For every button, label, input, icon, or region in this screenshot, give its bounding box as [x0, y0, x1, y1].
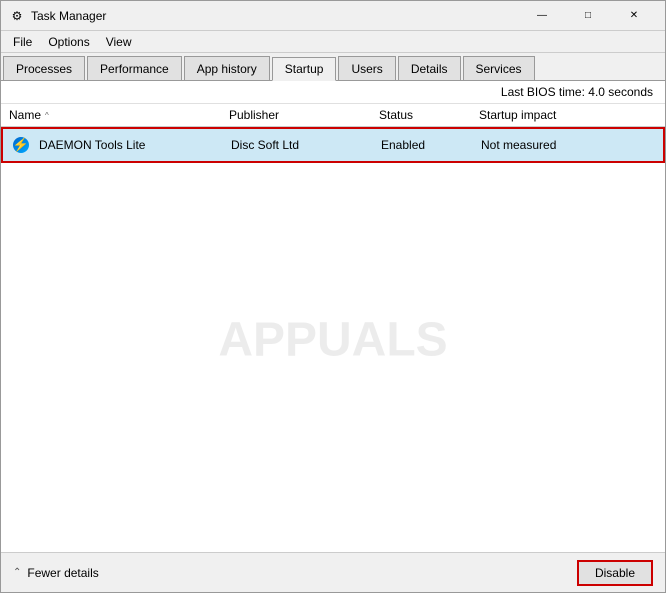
menu-view[interactable]: View [98, 33, 140, 51]
fewer-details-label: Fewer details [27, 566, 98, 580]
row-app-icon: ⚡ [11, 135, 31, 155]
menu-options[interactable]: Options [40, 33, 97, 51]
col-header-name[interactable]: Name ^ [9, 108, 229, 122]
bios-time-value: 4.0 seconds [588, 85, 653, 99]
window-title: Task Manager [31, 9, 519, 23]
content-area: Last BIOS time: 4.0 seconds Name ^ Publi… [1, 81, 665, 552]
tab-services[interactable]: Services [463, 56, 535, 80]
cell-status: Enabled [381, 138, 481, 152]
tab-processes[interactable]: Processes [3, 56, 85, 80]
window-icon: ⚙ [9, 8, 25, 24]
chevron-up-icon: ⌃ [13, 567, 21, 578]
task-manager-window: ⚙ Task Manager — □ ✕ File Options View P… [0, 0, 666, 593]
cell-publisher: Disc Soft Ltd [231, 138, 381, 152]
col-header-publisher[interactable]: Publisher [229, 108, 379, 122]
title-bar: ⚙ Task Manager — □ ✕ [1, 1, 665, 31]
tab-performance[interactable]: Performance [87, 56, 182, 80]
close-button[interactable]: ✕ [611, 1, 657, 31]
menu-file[interactable]: File [5, 33, 40, 51]
tab-app-history[interactable]: App history [184, 56, 270, 80]
col-header-impact[interactable]: Startup impact [479, 108, 599, 122]
bios-time-bar: Last BIOS time: 4.0 seconds [1, 81, 665, 104]
col-header-status[interactable]: Status [379, 108, 479, 122]
daemon-tools-icon: ⚡ [13, 137, 29, 153]
watermark: APPUALS [218, 312, 447, 367]
table-row[interactable]: ⚡ DAEMON Tools Lite Disc Soft Ltd Enable… [1, 127, 665, 163]
cell-impact: Not measured [481, 138, 601, 152]
tab-users[interactable]: Users [338, 56, 395, 80]
column-headers: Name ^ Publisher Status Startup impact [1, 104, 665, 127]
bios-time-label: Last BIOS time: [501, 85, 585, 99]
maximize-button[interactable]: □ [565, 1, 611, 31]
footer: ⌃ Fewer details Disable [1, 552, 665, 592]
cell-app-name: DAEMON Tools Lite [39, 138, 231, 152]
sort-arrow-icon: ^ [45, 111, 49, 120]
menu-bar: File Options View [1, 31, 665, 53]
fewer-details-button[interactable]: ⌃ Fewer details [13, 566, 99, 580]
tab-startup[interactable]: Startup [272, 57, 337, 81]
table-body: APPUALS ⚡ DAEMON Tools Lite Disc Soft Lt… [1, 127, 665, 552]
tabs-bar: Processes Performance App history Startu… [1, 53, 665, 81]
tab-details[interactable]: Details [398, 56, 461, 80]
minimize-button[interactable]: — [519, 1, 565, 31]
disable-button[interactable]: Disable [577, 560, 653, 586]
title-bar-buttons: — □ ✕ [519, 1, 657, 31]
